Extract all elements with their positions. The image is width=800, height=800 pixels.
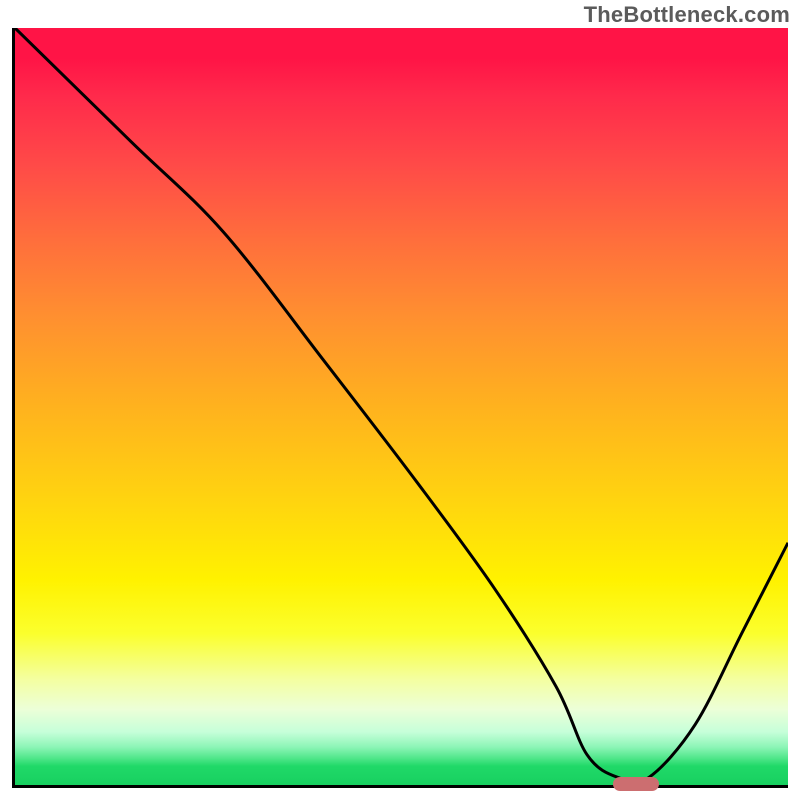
- watermark-text: TheBottleneck.com: [584, 2, 790, 28]
- plot-area: [12, 28, 788, 788]
- curve-svg: [15, 28, 788, 785]
- chart-container: TheBottleneck.com: [0, 0, 800, 800]
- optimal-range-marker: [613, 777, 660, 791]
- bottleneck-curve-path: [15, 28, 788, 782]
